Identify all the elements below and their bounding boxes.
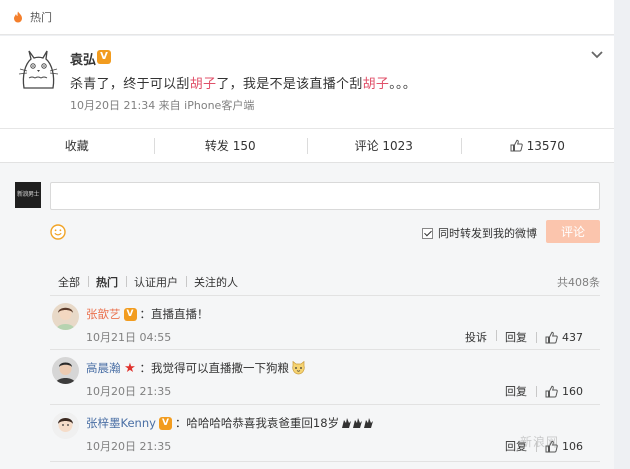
commenter-name[interactable]: 张歆艺 xyxy=(86,306,121,322)
hot-label: 热门 xyxy=(30,11,52,24)
post-text: 杀青了，终于可以刮胡子了，我是不是该直播个刮胡子。。。 xyxy=(70,77,417,92)
comment-item: 张梓墨Kenny V ：哈哈哈哈恭喜我袁爸重回18岁 10月20日 21:35 … xyxy=(50,406,600,462)
emoji-icon[interactable] xyxy=(50,224,66,240)
repost-option[interactable]: 同时转发到我的微博 xyxy=(422,225,537,241)
comment-section: 新浪男士 同时转发到我的微博 评论 全部 热门 认证用户 关注的人 共408条 … xyxy=(0,163,614,469)
reply-button[interactable]: 回复 xyxy=(496,383,536,399)
filter-all[interactable]: 全部 xyxy=(50,274,88,290)
site-watermark: 新浪网 xyxy=(520,435,560,449)
comment-content: 张歆艺 V ：直播直播！ xyxy=(86,306,209,322)
comment-content: 高晨瀚 ★ ：我觉得可以直播撒一下狗粮 xyxy=(86,360,306,376)
comment-time: 10月20日 21:35 xyxy=(86,440,172,453)
commenter-avatar[interactable] xyxy=(52,412,79,439)
vip-badge-icon: V xyxy=(158,416,172,430)
like-button[interactable]: 13570 xyxy=(460,129,615,162)
comment-actions: 投诉 回复 437 xyxy=(456,329,592,345)
reply-button[interactable]: 回复 xyxy=(496,329,536,345)
clap-emoji-icon xyxy=(342,418,374,428)
commenter-name[interactable]: 张梓墨Kenny xyxy=(86,415,156,431)
author-name[interactable]: 袁弘 xyxy=(70,49,96,68)
flame-icon xyxy=(14,11,22,23)
comment-text: ：哈哈哈哈恭喜我袁爸重回18岁 xyxy=(174,416,340,430)
thumbs-up-icon xyxy=(545,331,558,343)
vip-badge-icon: V xyxy=(97,50,111,64)
filter-verified[interactable]: 认证用户 xyxy=(126,274,186,290)
thumbs-up-icon xyxy=(510,139,523,152)
comment-time: 10月20日 21:35 xyxy=(86,385,172,398)
report-button[interactable]: 投诉 xyxy=(456,329,496,345)
commenter-name[interactable]: 高晨瀚 xyxy=(86,360,121,376)
my-avatar[interactable]: 新浪男士 xyxy=(15,182,41,208)
comment-content: 张梓墨Kenny V ：哈哈哈哈恭喜我袁爸重回18岁 xyxy=(86,415,375,431)
repost-button[interactable]: 转发 150 xyxy=(153,129,308,162)
weibo-post: 袁弘 V 杀青了，终于可以刮胡子了，我是不是该直播个刮胡子。。。 10月20日 … xyxy=(0,36,614,129)
thumbs-up-icon xyxy=(545,385,558,397)
collect-button[interactable]: 收藏 xyxy=(0,129,154,162)
comment-total: 共408条 xyxy=(557,275,600,289)
comment-text: ：直播直播！ xyxy=(139,307,209,321)
repost-label: 同时转发到我的微博 xyxy=(438,227,537,240)
star-badge-icon: ★ xyxy=(124,360,136,376)
comment-like-button[interactable]: 437 xyxy=(536,331,592,344)
vip-badge-icon: V xyxy=(123,307,137,321)
repost-checkbox[interactable] xyxy=(422,227,433,239)
comment-filter-bar: 全部 热门 认证用户 关注的人 共408条 xyxy=(50,268,600,296)
submit-comment-button[interactable]: 评论 xyxy=(546,220,600,243)
keyword-link[interactable]: 胡子 xyxy=(363,77,390,92)
author-avatar[interactable] xyxy=(15,48,61,94)
filter-hot[interactable]: 热门 xyxy=(88,274,126,290)
comment-actions: 回复 160 xyxy=(496,383,592,399)
hot-section-header: 热门 xyxy=(0,0,614,35)
comment-item: 高晨瀚 ★ ：我觉得可以直播撒一下狗粮 10月20日 21:35 回复 160 xyxy=(50,351,600,405)
cat-emoji-icon xyxy=(292,361,305,375)
comment-button[interactable]: 评论 1023 xyxy=(307,129,461,162)
comment-text: ：我觉得可以直播撒一下狗粮 xyxy=(139,361,290,375)
comment-time: 10月21日 04:55 xyxy=(86,331,172,344)
comment-like-button[interactable]: 160 xyxy=(536,385,592,398)
keyword-link[interactable]: 胡子 xyxy=(190,77,217,92)
post-action-bar: 收藏 转发 150 评论 1023 13570 xyxy=(0,129,614,163)
comment-item: 张歆艺 V ：直播直播！ 10月21日 04:55 投诉 回复 437 xyxy=(50,297,600,350)
post-meta: 10月20日 21:34 来自 iPhone客户端 xyxy=(70,99,255,112)
chevron-down-icon[interactable] xyxy=(590,50,604,60)
filter-following[interactable]: 关注的人 xyxy=(186,274,246,290)
comment-input[interactable] xyxy=(50,182,600,210)
commenter-avatar[interactable] xyxy=(52,357,79,384)
commenter-avatar[interactable] xyxy=(52,303,79,330)
